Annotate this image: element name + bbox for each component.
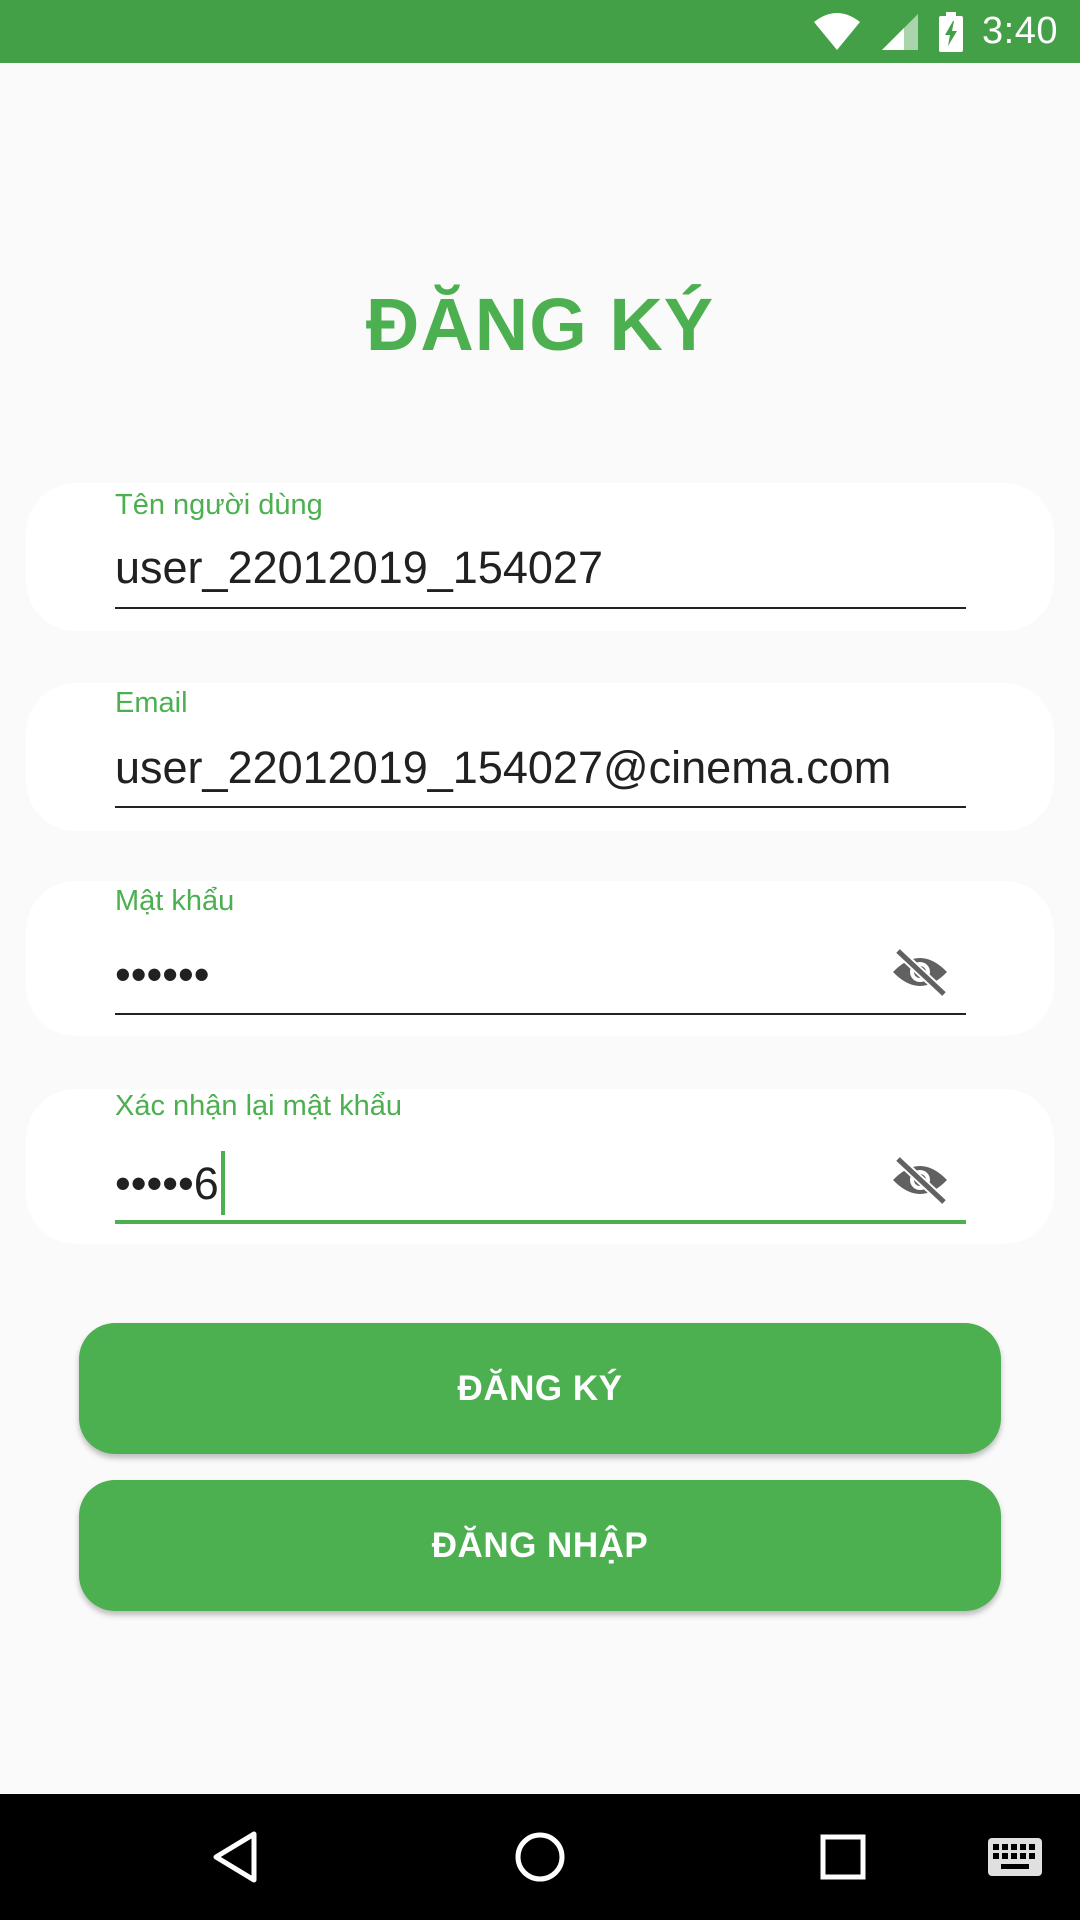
recents-icon[interactable] [803, 1794, 883, 1920]
confirm-password-value: •••••6 [115, 1157, 219, 1209]
eye-off-icon[interactable] [890, 947, 950, 997]
status-bar: 3:40 [0, 0, 1080, 63]
username-input[interactable]: user_22012019_154027 [115, 542, 603, 594]
eye-off-icon[interactable] [890, 1155, 950, 1205]
password-label: Mật khẩu [115, 885, 235, 917]
password-card: Mật khẩu •••••• [26, 881, 1054, 1036]
email-label: Email [115, 687, 188, 719]
login-button[interactable]: ĐĂNG NHẬP [79, 1480, 1001, 1611]
register-button[interactable]: ĐĂNG KÝ [79, 1323, 1001, 1454]
email-card: Email user_22012019_154027@cinema.com [26, 683, 1054, 831]
page-title: ĐĂNG KÝ [365, 283, 715, 366]
navigation-bar [0, 1794, 1080, 1920]
password-input[interactable]: •••••• [115, 949, 210, 1001]
confirm-password-input[interactable]: •••••6 [115, 1151, 225, 1219]
cell-signal-icon [880, 12, 920, 52]
text-cursor [220, 1151, 225, 1215]
email-underline [115, 806, 966, 808]
back-icon[interactable] [195, 1794, 275, 1920]
confirm-password-underline [115, 1220, 966, 1224]
battery-charging-icon [938, 11, 964, 52]
username-label: Tên người dùng [115, 489, 323, 521]
email-input[interactable]: user_22012019_154027@cinema.com [115, 742, 891, 794]
confirm-password-label: Xác nhận lại mật khẩu [115, 1090, 402, 1122]
clock: 3:40 [982, 10, 1058, 52]
username-card: Tên người dùng user_22012019_154027 [26, 483, 1054, 631]
wifi-icon [812, 12, 862, 52]
confirm-password-card: Xác nhận lại mật khẩu •••••6 [26, 1089, 1054, 1244]
username-underline [115, 607, 966, 609]
password-underline [115, 1013, 966, 1015]
home-icon[interactable] [500, 1794, 580, 1920]
keyboard-icon[interactable] [970, 1794, 1060, 1920]
